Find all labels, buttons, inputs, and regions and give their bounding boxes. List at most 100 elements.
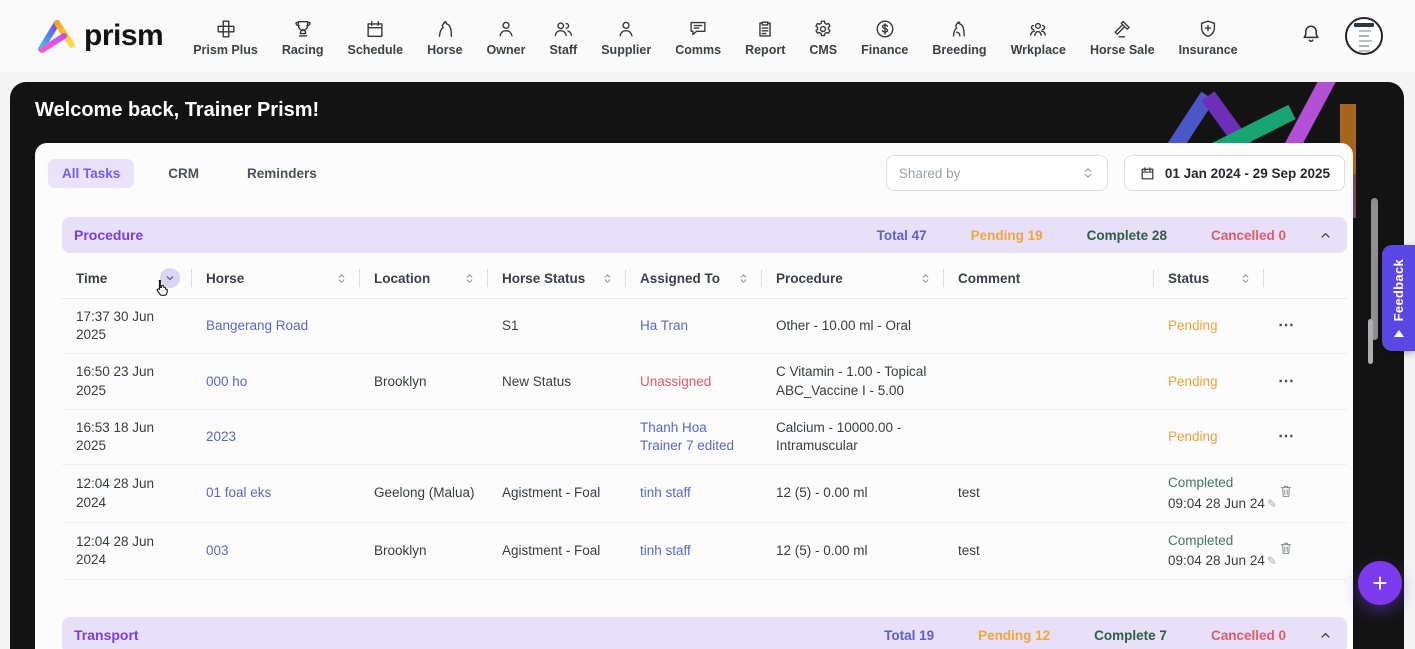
schedule-icon xyxy=(364,16,386,40)
assigned-to-link[interactable]: Ha Tran xyxy=(626,308,762,344)
delete-row-button[interactable] xyxy=(1278,540,1294,556)
nav-item-racing[interactable]: Racing xyxy=(282,16,324,57)
add-task-button[interactable]: + xyxy=(1358,561,1402,605)
cell-horse-status: Agistment - Foal xyxy=(488,533,626,569)
procedure-section-title: Procedure xyxy=(74,227,143,243)
table-scrollbar-thumb[interactable] xyxy=(1368,319,1373,364)
feedback-label: Feedback xyxy=(1391,259,1406,321)
horse-link[interactable]: Bangerang Road xyxy=(192,308,360,344)
assigned-to-link[interactable]: Unassigned xyxy=(626,364,762,400)
date-range-picker[interactable]: 01 Jan 2024 - 29 Sep 2025 xyxy=(1124,155,1345,191)
column-header-location[interactable]: Location xyxy=(360,258,488,298)
row-menu-button[interactable]: ⋯ xyxy=(1278,428,1295,445)
column-header-horse-status[interactable]: Horse Status xyxy=(488,258,626,298)
table-row[interactable]: 16:50 23 Jun 2025 000 ho Brooklyn New St… xyxy=(62,354,1347,409)
stat-total: Total 19 xyxy=(884,628,934,643)
cell-procedure: 12 (5) - 0.00 ml xyxy=(762,533,944,569)
avatar-image xyxy=(1354,23,1374,51)
table-row[interactable]: 12:04 28 Jun 2024 01 foal eks Geelong (M… xyxy=(62,465,1347,522)
column-header-comment: Comment xyxy=(944,258,1154,298)
cell-time: 12:04 28 Jun 2024 xyxy=(62,466,192,520)
cell-horse-status: S1 xyxy=(488,308,626,344)
assigned-to-link[interactable]: Thanh Hoa Trainer 7 edited xyxy=(626,410,762,464)
table-row[interactable]: 17:37 30 Jun 2025 Bangerang Road S1 Ha T… xyxy=(62,299,1347,354)
row-menu-button[interactable]: ⋯ xyxy=(1278,373,1295,390)
column-header-status[interactable]: Status xyxy=(1154,258,1264,298)
finance-icon xyxy=(874,16,896,40)
column-header-procedure[interactable]: Procedure xyxy=(762,258,944,298)
nav-item-prism-plus[interactable]: Prism Plus xyxy=(193,16,258,57)
time-sort-button[interactable] xyxy=(160,268,180,288)
procedure-table: 17:37 30 Jun 2025 Bangerang Road S1 Ha T… xyxy=(62,299,1347,580)
cell-comment: test xyxy=(944,475,1154,511)
tab-all-tasks[interactable]: All Tasks xyxy=(48,159,134,188)
row-actions[interactable] xyxy=(1264,474,1347,513)
brand-name: prism xyxy=(84,19,163,53)
delete-row-button[interactable] xyxy=(1278,483,1294,499)
cell-comment xyxy=(944,373,1154,391)
nav-item-comms[interactable]: Comms xyxy=(675,16,721,57)
column-header-horse[interactable]: Horse xyxy=(192,258,360,298)
sort-icon[interactable] xyxy=(335,272,348,285)
cell-horse-status xyxy=(488,428,626,446)
nav-item-cms[interactable]: CMS xyxy=(809,16,837,57)
owner-icon xyxy=(495,16,517,40)
nav-item-finance[interactable]: Finance xyxy=(861,16,908,57)
procedure-collapse-chevron-icon[interactable] xyxy=(1318,228,1333,243)
cell-horse-status: New Status xyxy=(488,364,626,400)
prism-logo[interactable]: prism xyxy=(34,16,163,56)
nav-item-schedule[interactable]: Schedule xyxy=(348,16,404,57)
welcome-heading: Welcome back, Trainer Prism! xyxy=(35,99,319,122)
shared-by-select[interactable]: Shared by xyxy=(886,155,1108,191)
feedback-button[interactable]: Feedback xyxy=(1382,245,1415,351)
sort-icon[interactable] xyxy=(737,272,750,285)
transport-collapse-chevron-icon[interactable] xyxy=(1318,628,1333,643)
row-actions[interactable]: ⋯ xyxy=(1264,417,1347,457)
nav-item-wrkplace[interactable]: Wrkplace xyxy=(1011,16,1066,57)
row-actions[interactable] xyxy=(1264,531,1347,570)
cell-location xyxy=(360,428,488,446)
tab-crm[interactable]: CRM xyxy=(154,159,213,188)
racing-icon xyxy=(292,16,314,40)
wrkplace-icon xyxy=(1027,16,1049,40)
select-chevrons-icon xyxy=(1081,166,1095,180)
nav-item-insurance[interactable]: Insurance xyxy=(1179,16,1238,57)
table-row[interactable]: 16:53 18 Jun 2025 2023 Thanh Hoa Trainer… xyxy=(62,410,1347,465)
cell-procedure: C Vitamin - 1.00 - TopicalABC_Vaccine I … xyxy=(762,354,944,408)
horse-link[interactable]: 000 ho xyxy=(192,364,360,400)
horse-link[interactable]: 2023 xyxy=(192,419,360,455)
user-avatar[interactable] xyxy=(1345,17,1383,55)
nav-item-report[interactable]: Report xyxy=(745,16,785,57)
nav-item-supplier[interactable]: Supplier xyxy=(601,16,651,57)
assigned-to-link[interactable]: tinh staff xyxy=(626,475,762,511)
sort-icon[interactable] xyxy=(601,272,614,285)
column-header-assigned-to[interactable]: Assigned To xyxy=(626,258,762,298)
tab-reminders[interactable]: Reminders xyxy=(233,159,331,188)
sort-icon[interactable] xyxy=(919,272,932,285)
nav-item-horse-sale[interactable]: Horse Sale xyxy=(1090,16,1155,57)
cell-procedure: 12 (5) - 0.00 ml xyxy=(762,475,944,511)
dashboard-panel: Welcome back, Trainer Prism! All Tasks C… xyxy=(10,82,1404,649)
nav-item-owner[interactable]: Owner xyxy=(487,16,526,57)
horse-link[interactable]: 01 foal eks xyxy=(192,475,360,511)
procedure-stats: Total 47Pending 19Complete 28Cancelled 0 xyxy=(877,228,1286,243)
nav-item-breeding[interactable]: Breeding xyxy=(932,16,986,57)
horse-link[interactable]: 003 xyxy=(192,533,360,569)
insurance-icon xyxy=(1197,16,1219,40)
row-actions[interactable]: ⋯ xyxy=(1264,362,1347,402)
nav-item-horse[interactable]: Horse xyxy=(427,16,462,57)
nav-item-staff[interactable]: Staff xyxy=(549,16,577,57)
notifications-bell-icon[interactable] xyxy=(1299,22,1323,51)
sort-icon[interactable] xyxy=(1239,272,1252,285)
sort-icon[interactable] xyxy=(463,272,476,285)
tasks-card: All Tasks CRM Reminders Shared by 01 Jan… xyxy=(35,143,1353,649)
shared-by-placeholder: Shared by xyxy=(899,166,961,181)
table-row[interactable]: 12:04 28 Jun 2024 003 Brooklyn Agistment… xyxy=(62,523,1347,580)
assigned-to-link[interactable]: tinh staff xyxy=(626,533,762,569)
cms-icon xyxy=(812,16,834,40)
date-range-value: 01 Jan 2024 - 29 Sep 2025 xyxy=(1165,166,1330,181)
column-header-time[interactable]: Time xyxy=(62,258,192,298)
row-menu-button[interactable]: ⋯ xyxy=(1278,317,1295,334)
row-actions[interactable]: ⋯ xyxy=(1264,306,1347,346)
report-icon xyxy=(754,16,776,40)
